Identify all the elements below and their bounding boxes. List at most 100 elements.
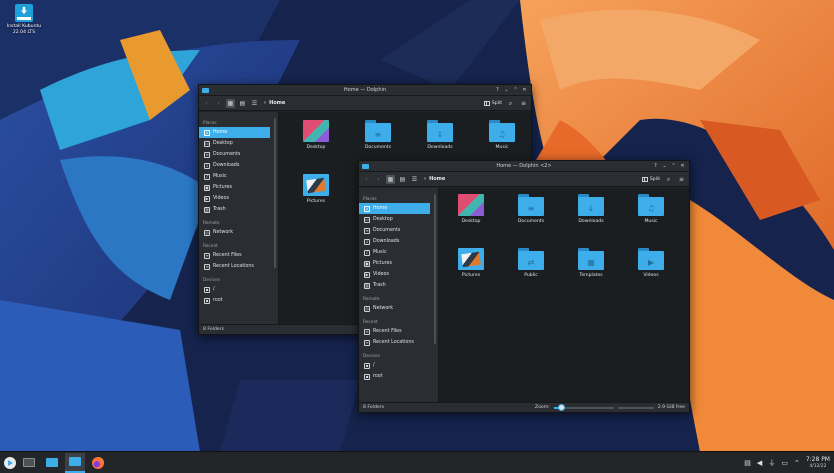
place-item-root[interactable]: ▪ root — [199, 295, 270, 306]
place-item-label: Documents — [213, 152, 241, 157]
recent-locations-icon: ≡ — [364, 339, 370, 346]
task-firefox[interactable] — [88, 453, 108, 473]
place-item-root-fs[interactable]: ▪ / — [359, 360, 430, 371]
task-dolphin-pinned[interactable] — [42, 453, 62, 473]
pager-button[interactable] — [19, 453, 39, 473]
place-item-label: Pictures — [213, 185, 232, 190]
home-icon: ⌂ — [364, 205, 370, 212]
place-item-pictures[interactable]: ▣ Pictures — [359, 258, 430, 269]
place-item-downloads[interactable]: ↓ Downloads — [359, 236, 430, 247]
places-scrollbar[interactable] — [434, 194, 436, 344]
file-item-music[interactable]: ♫ Music — [621, 194, 681, 240]
place-item-home[interactable]: ⌂ Home — [359, 203, 430, 214]
breadcrumb-home[interactable]: Home — [269, 100, 285, 106]
place-item-recent-locations[interactable]: ≡ Recent Locations — [199, 261, 270, 272]
volume-icon[interactable]: ◀ — [757, 459, 762, 467]
desktop-icon-install-kubuntu[interactable]: Install Kubuntu 22.04 LTS — [2, 4, 46, 36]
details-view-icon[interactable]: ☰ — [250, 99, 259, 108]
file-item-downloads[interactable]: ↓ Downloads — [561, 194, 621, 240]
zoom-slider[interactable] — [553, 403, 614, 411]
compact-view-icon[interactable]: ▤ — [398, 175, 407, 184]
place-item-root-fs[interactable]: ▪ / — [199, 284, 270, 295]
digital-clock[interactable]: 7:28 PM 4/12/22 — [806, 456, 830, 470]
split-button[interactable]: Split — [641, 176, 660, 182]
document-icon: ≡ — [364, 227, 370, 234]
file-item-desktop[interactable]: Desktop — [441, 194, 501, 240]
place-item-recent-files[interactable]: ≡ Recent Files — [199, 250, 270, 261]
zoom-slider-handle[interactable] — [557, 403, 565, 411]
dolphin-app-icon[interactable] — [362, 163, 369, 169]
file-item-desktop[interactable]: Desktop — [285, 120, 347, 166]
back-icon[interactable]: ‹ — [202, 99, 211, 108]
file-item-pictures[interactable]: Pictures — [441, 248, 501, 294]
place-item-trash[interactable]: ▥ Trash — [199, 204, 270, 215]
search-icon[interactable]: ⌕ — [506, 99, 515, 108]
place-item-videos[interactable]: ▶ Videos — [199, 193, 270, 204]
hamburger-menu-icon[interactable]: ≡ — [519, 99, 528, 108]
place-item-music[interactable]: ♪ Music — [199, 171, 270, 182]
clipboard-icon[interactable]: ▤ — [744, 459, 751, 467]
help-icon[interactable]: ? — [495, 87, 500, 93]
breadcrumb[interactable]: › Home — [424, 176, 445, 182]
file-item-videos[interactable]: ▶ Videos — [621, 248, 681, 294]
minimize-icon[interactable]: ⌄ — [662, 163, 667, 169]
close-icon[interactable]: ✕ — [522, 87, 527, 93]
icons-view-icon[interactable]: ▦ — [226, 98, 235, 108]
file-item-documents[interactable]: ≡ Documents — [501, 194, 561, 240]
breadcrumb[interactable]: › Home — [264, 100, 285, 106]
network-icon[interactable]: ▭ — [781, 459, 788, 467]
compact-view-icon[interactable]: ▤ — [238, 99, 247, 108]
place-item-label: Recent Files — [373, 329, 402, 334]
close-icon[interactable]: ✕ — [680, 163, 685, 169]
help-icon[interactable]: ? — [653, 163, 658, 169]
file-item-public[interactable]: ⇄ Public — [501, 248, 561, 294]
place-item-desktop[interactable]: ▭ Desktop — [199, 138, 270, 149]
desktop-icon: ▭ — [204, 140, 210, 147]
place-item-documents[interactable]: ≡ Documents — [359, 225, 430, 236]
dolphin-app-icon[interactable] — [202, 87, 209, 93]
place-item-network[interactable]: ◎ Network — [359, 303, 430, 314]
remote-header: Remote — [363, 297, 380, 302]
recent-locations-icon: ≡ — [204, 263, 210, 270]
forward-icon[interactable]: › — [374, 175, 383, 184]
place-item-home[interactable]: ⌂ Home — [199, 127, 270, 138]
minimize-icon[interactable]: ⌄ — [504, 87, 509, 93]
window-titlebar[interactable]: Home — Dolphin <2> ? ⌄ ⌃ ✕ — [359, 161, 689, 172]
file-item-pictures[interactable]: Pictures — [285, 174, 347, 220]
places-scrollbar[interactable] — [274, 118, 276, 268]
place-item-desktop[interactable]: ▭ Desktop — [359, 214, 430, 225]
place-item-trash[interactable]: ▥ Trash — [359, 280, 430, 291]
maximize-icon[interactable]: ⌃ — [671, 163, 676, 169]
place-item-root[interactable]: ▪ root — [359, 371, 430, 382]
details-view-icon[interactable]: ☰ — [410, 175, 419, 184]
place-item-music[interactable]: ♪ Music — [359, 247, 430, 258]
back-icon[interactable]: ‹ — [362, 175, 371, 184]
maximize-icon[interactable]: ⌃ — [513, 87, 518, 93]
place-item-videos[interactable]: ▶ Videos — [359, 269, 430, 280]
application-launcher-icon[interactable] — [4, 456, 16, 469]
download-icon: ↓ — [587, 204, 595, 213]
usb-icon[interactable]: ⏚ — [768, 458, 775, 468]
forward-icon[interactable]: › — [214, 99, 223, 108]
breadcrumb-home[interactable]: Home — [429, 176, 445, 182]
icons-view-icon[interactable]: ▦ — [386, 174, 395, 184]
place-item-network[interactable]: ◎ Network — [199, 227, 270, 238]
file-item-label: Music — [495, 145, 509, 150]
devices-header: Devices — [363, 354, 380, 359]
dolphin-window-2[interactable]: Home — Dolphin <2> ? ⌄ ⌃ ✕ ‹ › ▦ ▤ ☰ › H… — [358, 160, 690, 413]
place-item-label: Videos — [213, 196, 229, 201]
search-icon[interactable]: ⌕ — [664, 175, 673, 184]
place-item-documents[interactable]: ≡ Documents — [199, 149, 270, 160]
task-dolphin-active[interactable] — [65, 452, 85, 473]
place-item-pictures[interactable]: ▣ Pictures — [199, 182, 270, 193]
place-item-downloads[interactable]: ↓ Downloads — [199, 160, 270, 171]
split-button[interactable]: Split — [483, 100, 502, 106]
place-item-recent-files[interactable]: ≡ Recent Files — [359, 326, 430, 337]
expand-tray-icon[interactable]: ⌃ — [794, 459, 800, 467]
file-view[interactable]: Desktop ≡ Documents ↓ Downloads ♫ Music Picture… — [439, 188, 689, 402]
place-item-recent-locations[interactable]: ≡ Recent Locations — [359, 337, 430, 348]
hamburger-menu-icon[interactable]: ≡ — [677, 175, 686, 184]
window-titlebar[interactable]: Home — Dolphin ? ⌄ ⌃ ✕ — [199, 85, 531, 96]
file-item-templates[interactable]: ▦ Templates — [561, 248, 621, 294]
split-label: Split — [649, 176, 660, 182]
